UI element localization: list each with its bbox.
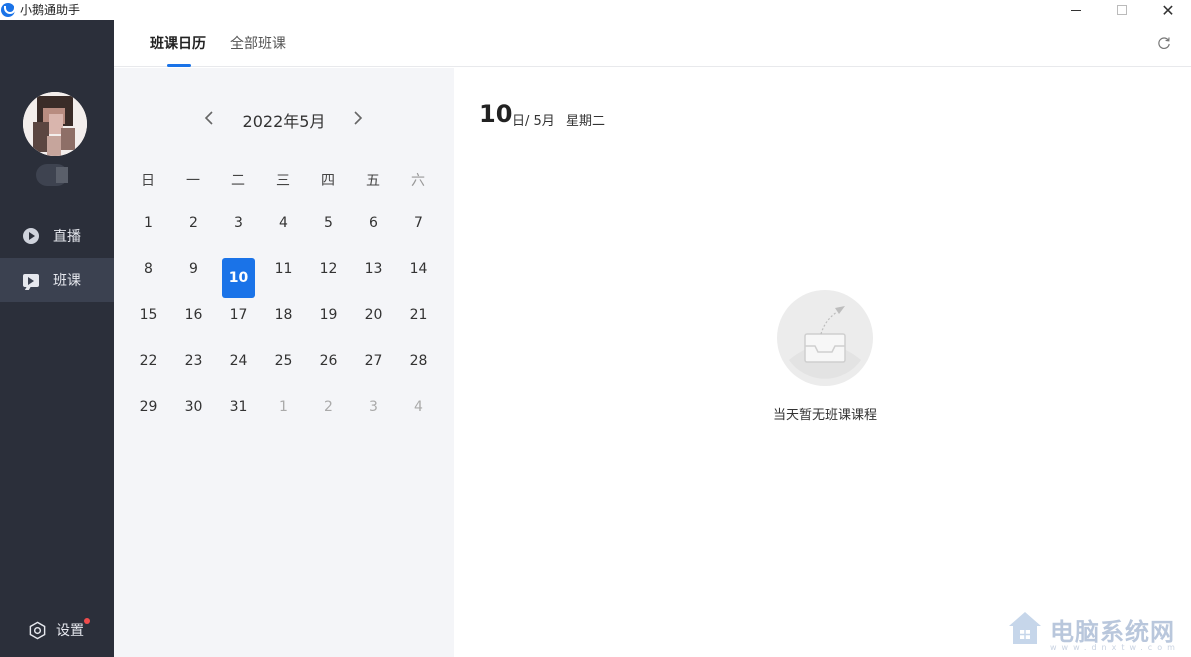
calendar-day[interactable]: 4 [267,203,300,243]
empty-inbox-icon [777,290,873,386]
calendar-day[interactable]: 6 [357,203,390,243]
calendar-day[interactable]: 3 [222,203,255,243]
title-bar: 小鹅通助手 ✕ [0,0,1191,20]
active-tab-indicator [167,64,191,67]
calendar-day[interactable]: 5 [312,203,345,243]
calendar-day[interactable]: 11 [267,249,300,289]
calendar-day[interactable]: 7 [402,203,435,243]
sidebar-item-label: 直播 [53,229,81,245]
calendar-day[interactable]: 15 [132,295,165,335]
maximize-button[interactable] [1099,0,1145,20]
tab-all-classes[interactable]: 全部班课 [230,35,286,53]
weekday-tue: 二 [231,173,245,189]
calendar-day[interactable]: 21 [402,295,435,335]
sidebar-item-live[interactable]: 直播 [0,214,114,258]
window-controls: ✕ [1053,0,1191,20]
calendar-day[interactable]: 24 [222,341,255,381]
tab-bar: 班课日历 全部班课 [114,20,1191,67]
calendar-day[interactable]: 12 [312,249,345,289]
settings-label: 设置 [56,618,90,640]
selected-day-weekday: 星期二 [566,114,606,129]
house-logo-icon [1009,612,1041,644]
chevron-left-icon[interactable] [202,110,218,126]
calendar-day-selected[interactable]: 10 [222,258,255,298]
avatar[interactable] [23,92,87,156]
calendar-day[interactable]: 26 [312,341,345,381]
sidebar: 直播 班课 设置 [0,20,114,657]
calendar-day-next-month[interactable]: 2 [312,387,345,427]
selected-day-month: 日/ 5月 [512,114,555,129]
calendar-day[interactable]: 1 [132,203,165,243]
calendar-day[interactable]: 14 [402,249,435,289]
calendar-day[interactable]: 13 [357,249,390,289]
weekday-thu: 四 [321,173,335,189]
empty-state-message: 当天暂无班课课程 [772,408,877,423]
close-button[interactable]: ✕ [1145,0,1191,20]
settings-button[interactable]: 设置 [28,618,90,640]
class-video-icon [22,272,39,289]
calendar-day[interactable]: 19 [312,295,345,335]
calendar-day[interactable]: 20 [357,295,390,335]
calendar-day-next-month[interactable]: 4 [402,387,435,427]
calendar-month-label: 2022年5月 [242,112,326,131]
weekday-sun: 日 [141,173,155,189]
calendar-day[interactable]: 30 [177,387,210,427]
username-placeholder [36,164,68,186]
calendar-header: 2022年5月 [114,106,454,131]
calendar-day[interactable]: 29 [132,387,165,427]
calendar-day[interactable]: 27 [357,341,390,381]
weekday-sat: 六 [411,173,425,189]
weekday-fri: 五 [366,173,380,189]
calendar-day[interactable]: 17 [222,295,255,335]
minimize-button[interactable] [1053,0,1099,20]
sidebar-item-label: 班课 [53,273,81,289]
calendar-day[interactable]: 28 [402,341,435,381]
calendar-panel: 2022年5月 日 一 二 三 四 五 六 1 2 3 4 5 6 7 8 9 … [114,68,454,657]
calendar-day-next-month[interactable]: 3 [357,387,390,427]
maximize-icon [1117,5,1127,15]
calendar-day[interactable]: 8 [132,249,165,289]
calendar-day[interactable]: 22 [132,341,165,381]
tab-class-calendar[interactable]: 班课日历 [150,35,206,53]
close-icon: ✕ [1161,0,1175,20]
calendar-day[interactable]: 2 [177,203,210,243]
weekday-mon: 一 [186,173,200,189]
calendar-day[interactable]: 16 [177,295,210,335]
watermark-text: 电脑系统网 [1050,616,1175,646]
chevron-right-icon[interactable] [349,110,365,126]
calendar-day[interactable]: 9 [177,249,210,289]
selected-day-number: 10 [479,100,513,128]
watermark-subtext: www.dnxtw.com [1050,643,1180,652]
calendar-day-next-month[interactable]: 1 [267,387,300,427]
app-title: 小鹅通助手 [20,3,81,17]
calendar-day[interactable]: 18 [267,295,300,335]
day-detail-panel: 10 日/ 5月 星期二 当天暂无班课课程 [454,68,1191,657]
weekday-wed: 三 [276,173,290,189]
calendar-day[interactable]: 23 [177,341,210,381]
settings-hexagon-icon [29,621,46,639]
minimize-icon [1071,9,1081,11]
app-logo-icon [1,3,16,17]
sidebar-item-class[interactable]: 班课 [0,258,114,302]
play-circle-icon [22,228,39,245]
calendar-day[interactable]: 31 [222,387,255,427]
calendar-day[interactable]: 25 [267,341,300,381]
refresh-icon[interactable] [1157,36,1171,50]
notification-badge [84,618,90,624]
